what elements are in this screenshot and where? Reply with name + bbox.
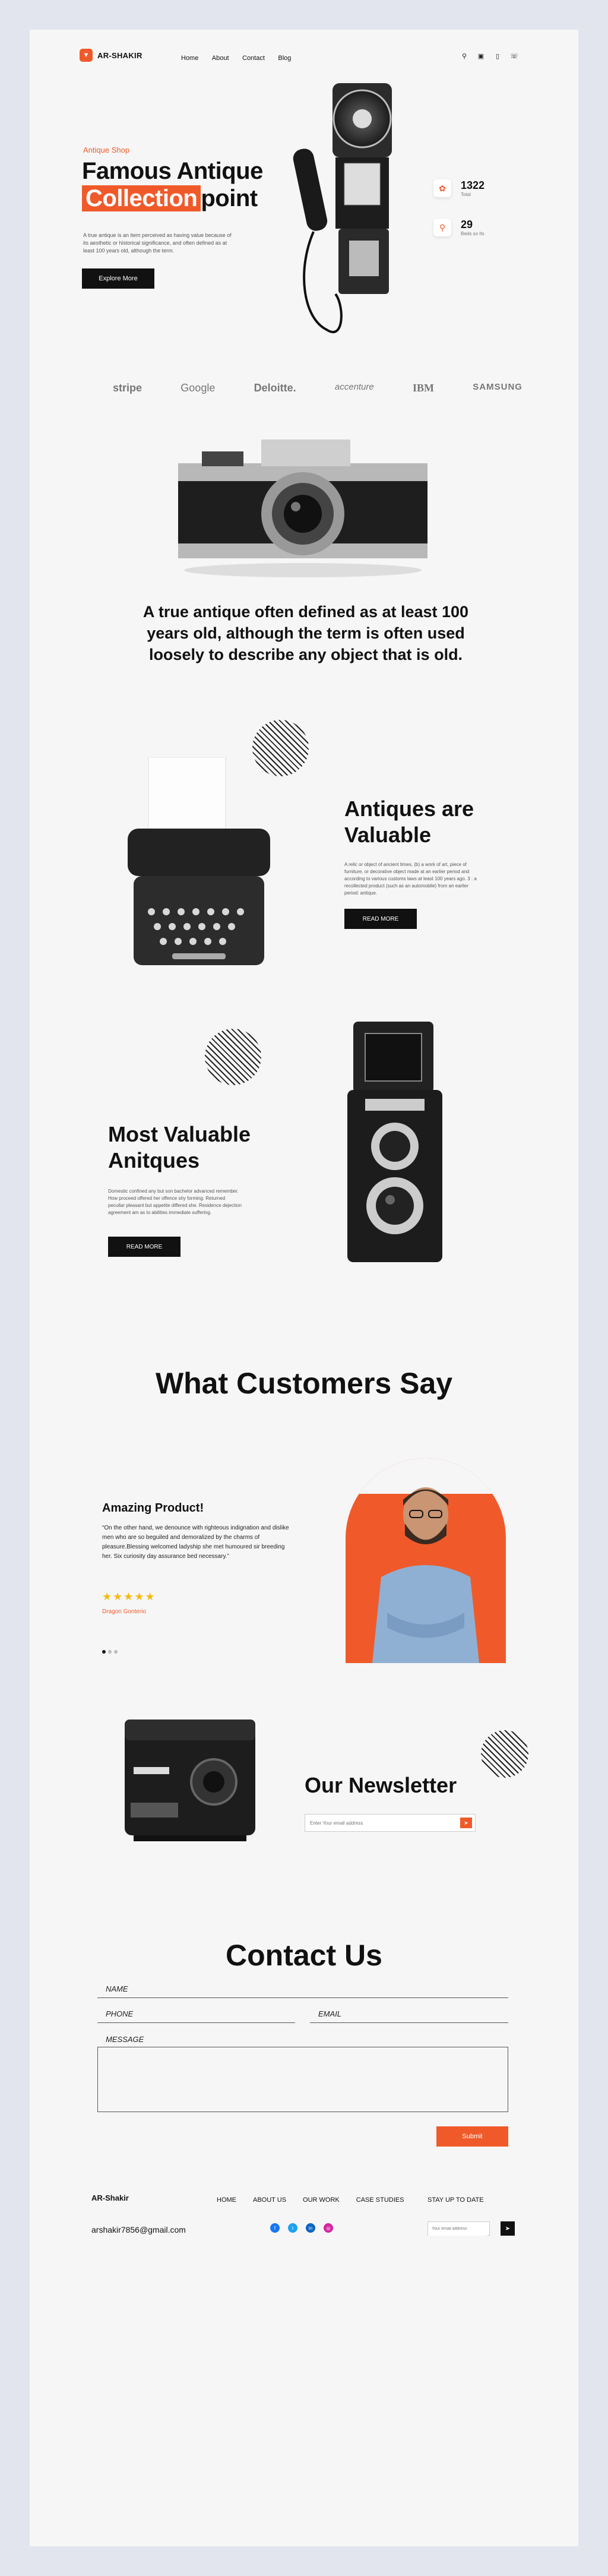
- most-valuable-title-line1: Most Valuable: [108, 1122, 251, 1146]
- footer-link-case-studies[interactable]: CASE STUDIES: [356, 2196, 404, 2204]
- search-icon[interactable]: ⚲: [460, 51, 469, 61]
- explore-more-button[interactable]: Explore More: [82, 268, 154, 289]
- footer-arrow-icon[interactable]: ➤: [501, 2221, 515, 2236]
- main-nav: Home About Contact Blog: [181, 52, 302, 63]
- hero-title-line1: Famous Antique: [82, 158, 263, 184]
- footer-link-work[interactable]: OUR WORK: [303, 2196, 340, 2204]
- newsletter-form: ➤: [305, 1814, 476, 1832]
- stat-label: Total: [461, 192, 471, 197]
- email-label: EMAIL: [318, 2009, 342, 2018]
- footer-email[interactable]: arshakir7856@gmail.com: [91, 2225, 186, 2234]
- testimonial-text: “On the other hand, we denounce with rig…: [102, 1525, 289, 1560]
- footer-email-form: [428, 2221, 490, 2236]
- stat-card-beds: ⚲ 29 Beds so Its: [433, 219, 484, 236]
- footer-links: HOME ABOUT US OUR WORK CASE STUDIES: [217, 2196, 420, 2204]
- partner-logo-samsung: SAMSUNG: [473, 382, 522, 392]
- newsletter-email-input[interactable]: [305, 1815, 448, 1831]
- phone-label: PHONE: [106, 2009, 134, 2018]
- twitter-icon[interactable]: t: [288, 2223, 297, 2233]
- stat-label: Beds so Its: [461, 231, 484, 236]
- hero-title-highlight: Collection: [82, 185, 201, 211]
- stay-up-to-date-label: STAY UP TO DATE: [428, 2196, 484, 2204]
- stat-number: 29: [461, 219, 473, 230]
- name-label: NAME: [106, 1984, 128, 1993]
- whatsapp-icon[interactable]: ☏: [509, 51, 519, 61]
- testimonial-author: Dragon Gonterio: [102, 1608, 146, 1615]
- instagram-icon[interactable]: ◎: [324, 2223, 333, 2233]
- partner-logo-deloitte: Deloitte.: [254, 382, 296, 394]
- nav-home[interactable]: Home: [181, 55, 198, 62]
- name-underline: [97, 1997, 508, 1998]
- phone-underline: [97, 2022, 295, 2023]
- nav-about[interactable]: About: [212, 55, 229, 62]
- partner-logo-ibm: IBM: [413, 382, 435, 394]
- stat-number: 1322: [461, 179, 485, 191]
- logo[interactable]: ▼ AR-SHAKIR: [80, 49, 142, 62]
- bag-icon[interactable]: ▣: [476, 51, 486, 61]
- valuable-title-line1: Antiques are: [344, 796, 474, 821]
- valuable-title-line2: Valuable: [344, 823, 432, 847]
- most-valuable-description: Domestic confined any but son bachelor a…: [108, 1189, 242, 1215]
- most-valuable-title: Most Valuable Anitques: [108, 1121, 251, 1174]
- bookmark-icon[interactable]: ▯: [493, 51, 502, 61]
- typewriter-image: [128, 757, 270, 965]
- partner-logo-google: Google: [180, 382, 216, 394]
- testimonial-photo: [346, 1458, 506, 1663]
- message-textarea[interactable]: [97, 2047, 508, 2112]
- hatched-circle-decoration: [205, 1029, 261, 1085]
- send-icon[interactable]: ➤: [460, 1818, 472, 1828]
- partner-logos: stripe Google Deloitte. accenture IBM SA…: [113, 382, 522, 394]
- carousel-dot[interactable]: [114, 1650, 118, 1654]
- quote-text: A true antique often defined as at least…: [142, 603, 469, 663]
- hatched-circle-decoration: [481, 1730, 528, 1778]
- most-valuable-title-line2: Anitques: [108, 1148, 200, 1172]
- hero-description: A true antique is an item perceived as h…: [83, 232, 232, 254]
- brand-name: AR-SHAKIR: [97, 50, 142, 60]
- rotary-telephone-image: [293, 83, 392, 333]
- partner-logo-stripe: stripe: [113, 382, 142, 394]
- facebook-icon[interactable]: f: [270, 2223, 280, 2233]
- valuable-read-more-button[interactable]: READ MORE: [344, 909, 417, 929]
- email-underline: [310, 2022, 508, 2023]
- logo-badge-icon: ▼: [80, 49, 93, 62]
- nav-contact[interactable]: Contact: [242, 55, 265, 62]
- footer-email-input[interactable]: [428, 2222, 487, 2236]
- submit-button[interactable]: Submit: [436, 2126, 508, 2147]
- polaroid-camera-image: [125, 1720, 255, 1841]
- message-label: MESSAGE: [106, 2035, 144, 2044]
- twin-lens-camera-image: [347, 1022, 442, 1262]
- footer-brand: AR-Shakir: [91, 2193, 129, 2202]
- partner-logo-accenture: accenture: [334, 382, 374, 392]
- contact-title: Contact Us: [226, 1939, 382, 1972]
- email-field[interactable]: EMAIL: [310, 2009, 508, 2023]
- rangefinder-camera-image: [178, 440, 428, 577]
- testimonials-title: What Customers Say: [155, 1367, 453, 1400]
- leaf-icon: ✿: [433, 179, 451, 197]
- rating-stars: ★★★★★: [102, 1591, 156, 1603]
- testimonial-title: Amazing Product!: [102, 1502, 204, 1515]
- customer-portrait: [346, 1458, 506, 1663]
- most-valuable-read-more-button[interactable]: READ MORE: [108, 1237, 180, 1257]
- carousel-dot[interactable]: [108, 1650, 112, 1654]
- linkedin-icon[interactable]: in: [306, 2223, 315, 2233]
- carousel-dot-active[interactable]: [102, 1650, 106, 1654]
- pin-icon: ⚲: [433, 219, 451, 236]
- valuable-title: Antiques are Valuable: [344, 796, 474, 848]
- hero-title: Famous Antique Collection point: [82, 157, 263, 212]
- social-icons: f t in ◎: [270, 2223, 341, 2233]
- phone-field[interactable]: PHONE: [97, 2009, 295, 2023]
- header-icons: ⚲ ▣ ▯ ☏: [452, 51, 519, 61]
- nav-blog[interactable]: Blog: [278, 55, 291, 62]
- carousel-dots: [102, 1650, 118, 1654]
- stat-card-total: ✿ 1322 Total: [433, 179, 484, 197]
- footer-link-home[interactable]: HOME: [217, 2196, 236, 2204]
- name-field[interactable]: NAME: [97, 1984, 508, 1998]
- newsletter-title: Our Newsletter: [305, 1773, 457, 1797]
- footer-link-about[interactable]: ABOUT US: [253, 2196, 286, 2204]
- page: ▼ AR-SHAKIR Home About Contact Blog ⚲ ▣ …: [30, 30, 578, 2546]
- hero-kicker: Antique Shop: [83, 146, 130, 154]
- hero-title-end: point: [201, 185, 258, 211]
- valuable-description: A relic or object of ancient times, (b) …: [344, 862, 477, 896]
